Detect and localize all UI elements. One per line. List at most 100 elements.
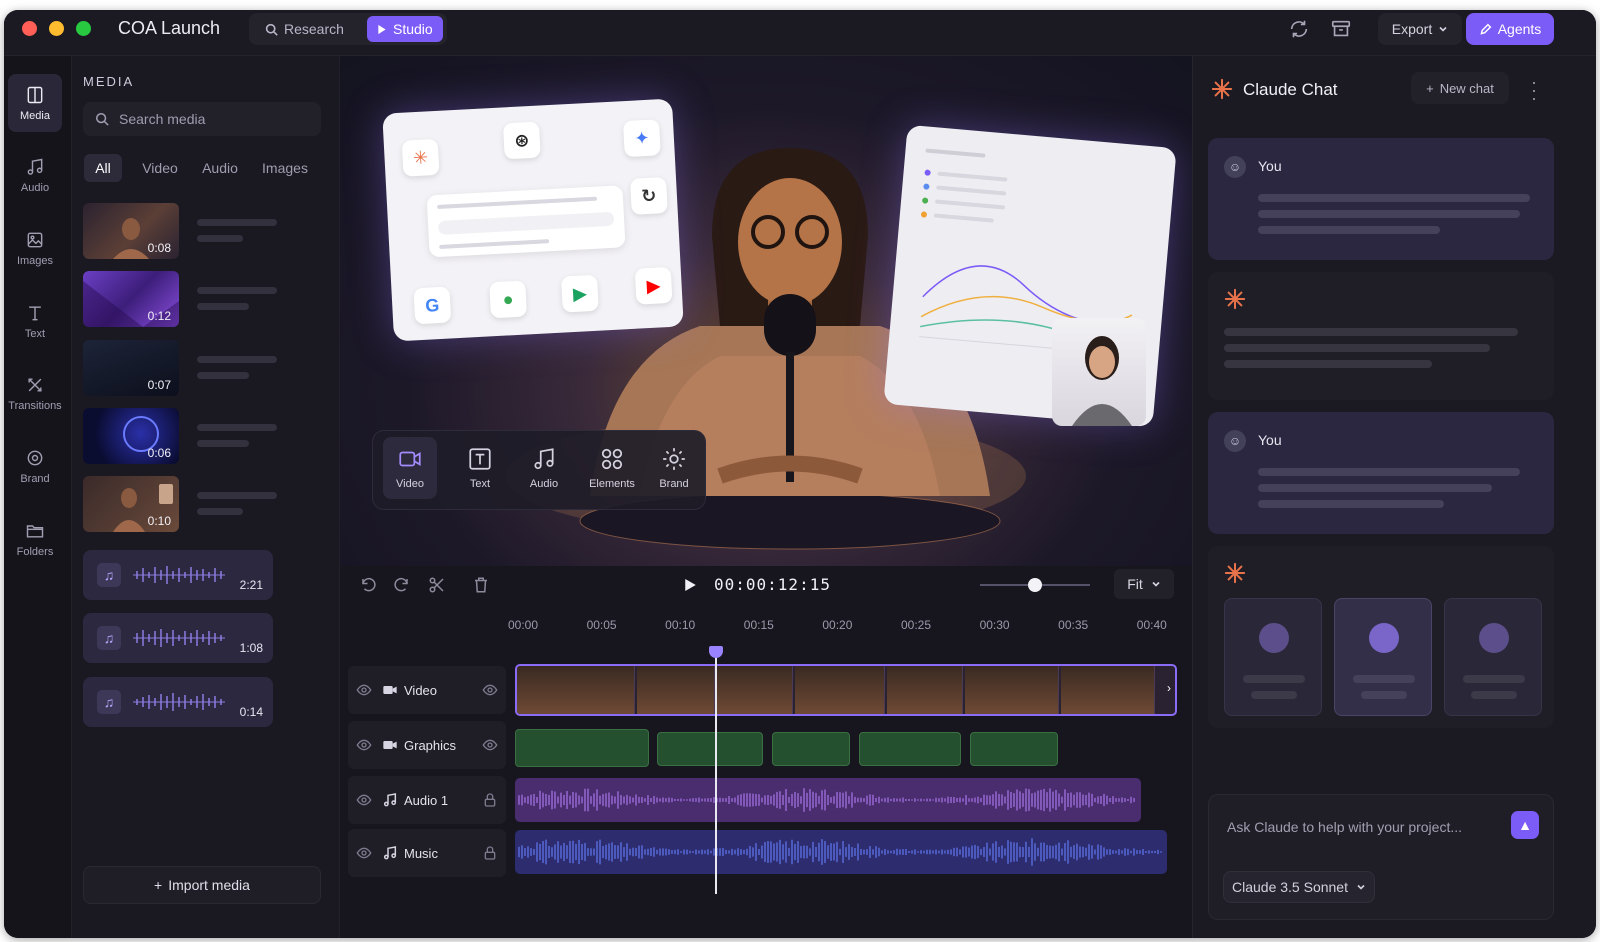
title-bar: COA Launch Research Studio Export Agents (4, 10, 1596, 56)
suggestion-card[interactable] (1224, 598, 1322, 716)
filter-images[interactable]: Images (258, 154, 312, 182)
graphics-clip[interactable] (772, 732, 850, 766)
eye-icon[interactable] (482, 682, 498, 698)
more-options-icon[interactable]: · · · (1531, 73, 1537, 107)
redo-icon[interactable] (392, 576, 410, 594)
suggestion-card[interactable] (1444, 598, 1542, 716)
media-panel: MEDIA Search media All Video Audio Image… (72, 56, 340, 938)
tool-elements[interactable]: Elements (581, 437, 643, 499)
scissors-icon[interactable] (428, 576, 446, 594)
eye-icon[interactable] (356, 737, 372, 753)
duration: 0:08 (147, 241, 171, 255)
tool-label: Elements (589, 478, 635, 490)
video-frame (717, 666, 793, 714)
media-video-item[interactable]: 0:12 (83, 271, 179, 327)
import-media-button[interactable]: + Import media (83, 866, 321, 904)
placeholder-line (1258, 210, 1520, 218)
lock-icon[interactable] (482, 845, 498, 861)
rail-item-brand[interactable]: Brand (8, 437, 62, 495)
media-video-item[interactable]: 0:10 (83, 476, 179, 532)
playhead[interactable] (715, 646, 717, 894)
graphics-clip[interactable] (970, 732, 1058, 766)
agents-button[interactable]: Agents (1466, 13, 1554, 45)
audio-clip[interactable] (515, 778, 1141, 822)
rail-item-text[interactable]: Text (8, 292, 62, 350)
maximize-window-button[interactable] (76, 21, 91, 36)
model-selector[interactable]: Claude 3.5 Sonnet (1223, 871, 1375, 903)
zoom-fit-dropdown[interactable]: Fit (1114, 569, 1174, 599)
filter-video[interactable]: Video (138, 154, 182, 182)
tool-audio[interactable]: Audio (517, 437, 571, 499)
media-audio-item[interactable]: ♫ 1:08 (83, 613, 273, 663)
duration: 0:07 (147, 378, 171, 392)
rail-item-media[interactable]: Media (8, 74, 62, 132)
track-header-music[interactable]: Music (348, 829, 506, 877)
suggestion-card[interactable] (1334, 598, 1432, 716)
waveform (518, 838, 1162, 866)
playhead-handle[interactable] (709, 646, 723, 658)
placeholder-line (1224, 344, 1490, 352)
rail-item-transitions[interactable]: Transitions (8, 364, 62, 422)
play-icon[interactable] (680, 576, 698, 594)
studio-mode-button[interactable]: Studio (367, 16, 443, 42)
music-note-icon (383, 846, 397, 860)
chat-input[interactable]: Ask Claude to help with your project... … (1208, 794, 1554, 920)
trash-icon[interactable] (472, 576, 490, 594)
export-label: Export (1391, 21, 1433, 37)
graphics-clip[interactable] (859, 732, 961, 766)
track-header-graphics[interactable]: Graphics (348, 721, 506, 769)
new-chat-button[interactable]: + New chat (1411, 72, 1509, 104)
tool-label: Text (469, 478, 491, 490)
graphics-clip[interactable] (515, 729, 649, 767)
apps-card: ✳ ⊛ ✦ ↻ G ● ▶ ▶ (382, 98, 684, 342)
tool-label: Audio (529, 478, 559, 490)
eye-icon[interactable] (356, 845, 372, 861)
text-icon (29, 305, 41, 320)
archive-icon[interactable] (1330, 18, 1352, 40)
export-button[interactable]: Export (1378, 13, 1462, 45)
track-header-video[interactable]: Video (348, 666, 506, 714)
media-video-item[interactable]: 0:06 (83, 408, 179, 464)
graphics-clip[interactable] (657, 732, 763, 766)
waveform (133, 629, 225, 647)
send-button[interactable]: ▲ (1511, 811, 1539, 839)
tool-text[interactable]: Text (453, 437, 507, 499)
eye-icon[interactable] (482, 737, 498, 753)
tool-brand[interactable]: Brand (647, 437, 701, 499)
filter-all[interactable]: All (84, 154, 122, 182)
model-label: Claude 3.5 Sonnet (1232, 879, 1348, 895)
search-icon (265, 23, 278, 36)
rail-item-audio[interactable]: Audio (8, 146, 62, 204)
rail-item-folders[interactable]: Folders (8, 510, 62, 568)
media-audio-item[interactable]: ♫ 2:21 (83, 550, 273, 600)
filter-audio[interactable]: Audio (198, 154, 242, 182)
search-media-input[interactable]: Search media (83, 102, 321, 136)
openai-logo-icon: ⊛ (502, 121, 541, 160)
media-video-item[interactable]: 0:08 (83, 203, 179, 259)
transitions-icon (28, 377, 42, 392)
music-clip[interactable] (515, 830, 1167, 874)
video-clip[interactable]: › (515, 664, 1177, 716)
eye-icon[interactable] (356, 792, 372, 808)
rail-label: Text (24, 327, 46, 340)
insert-toolbar: Video Text Audio Elements Brand (372, 430, 706, 510)
close-window-button[interactable] (22, 21, 37, 36)
timeline: 00:00 00:05 00:10 00:15 00:20 00:25 00:30 00:35… (340, 604, 1192, 938)
message-author: You (1258, 432, 1282, 448)
undo-icon[interactable] (360, 576, 378, 594)
minimize-window-button[interactable] (49, 21, 64, 36)
tool-video[interactable]: Video (383, 437, 437, 499)
research-mode-button[interactable]: Research (255, 16, 354, 42)
media-audio-item[interactable]: ♫ 0:14 (83, 677, 273, 727)
eye-icon[interactable] (356, 682, 372, 698)
zoom-slider-handle[interactable] (1028, 578, 1042, 592)
media-video-item[interactable]: 0:07 (83, 340, 179, 396)
refresh-icon[interactable] (1288, 18, 1310, 40)
waveform (133, 693, 225, 711)
rail-item-images[interactable]: Images (8, 219, 62, 277)
sync-icon: ↻ (629, 176, 668, 215)
chat-message-assistant (1208, 272, 1554, 400)
video-preview[interactable]: ✳ ⊛ ✦ ↻ G ● ▶ ▶ Video Text Audio Element… (340, 56, 1192, 566)
lock-icon[interactable] (482, 792, 498, 808)
track-header-audio-1[interactable]: Audio 1 (348, 776, 506, 824)
